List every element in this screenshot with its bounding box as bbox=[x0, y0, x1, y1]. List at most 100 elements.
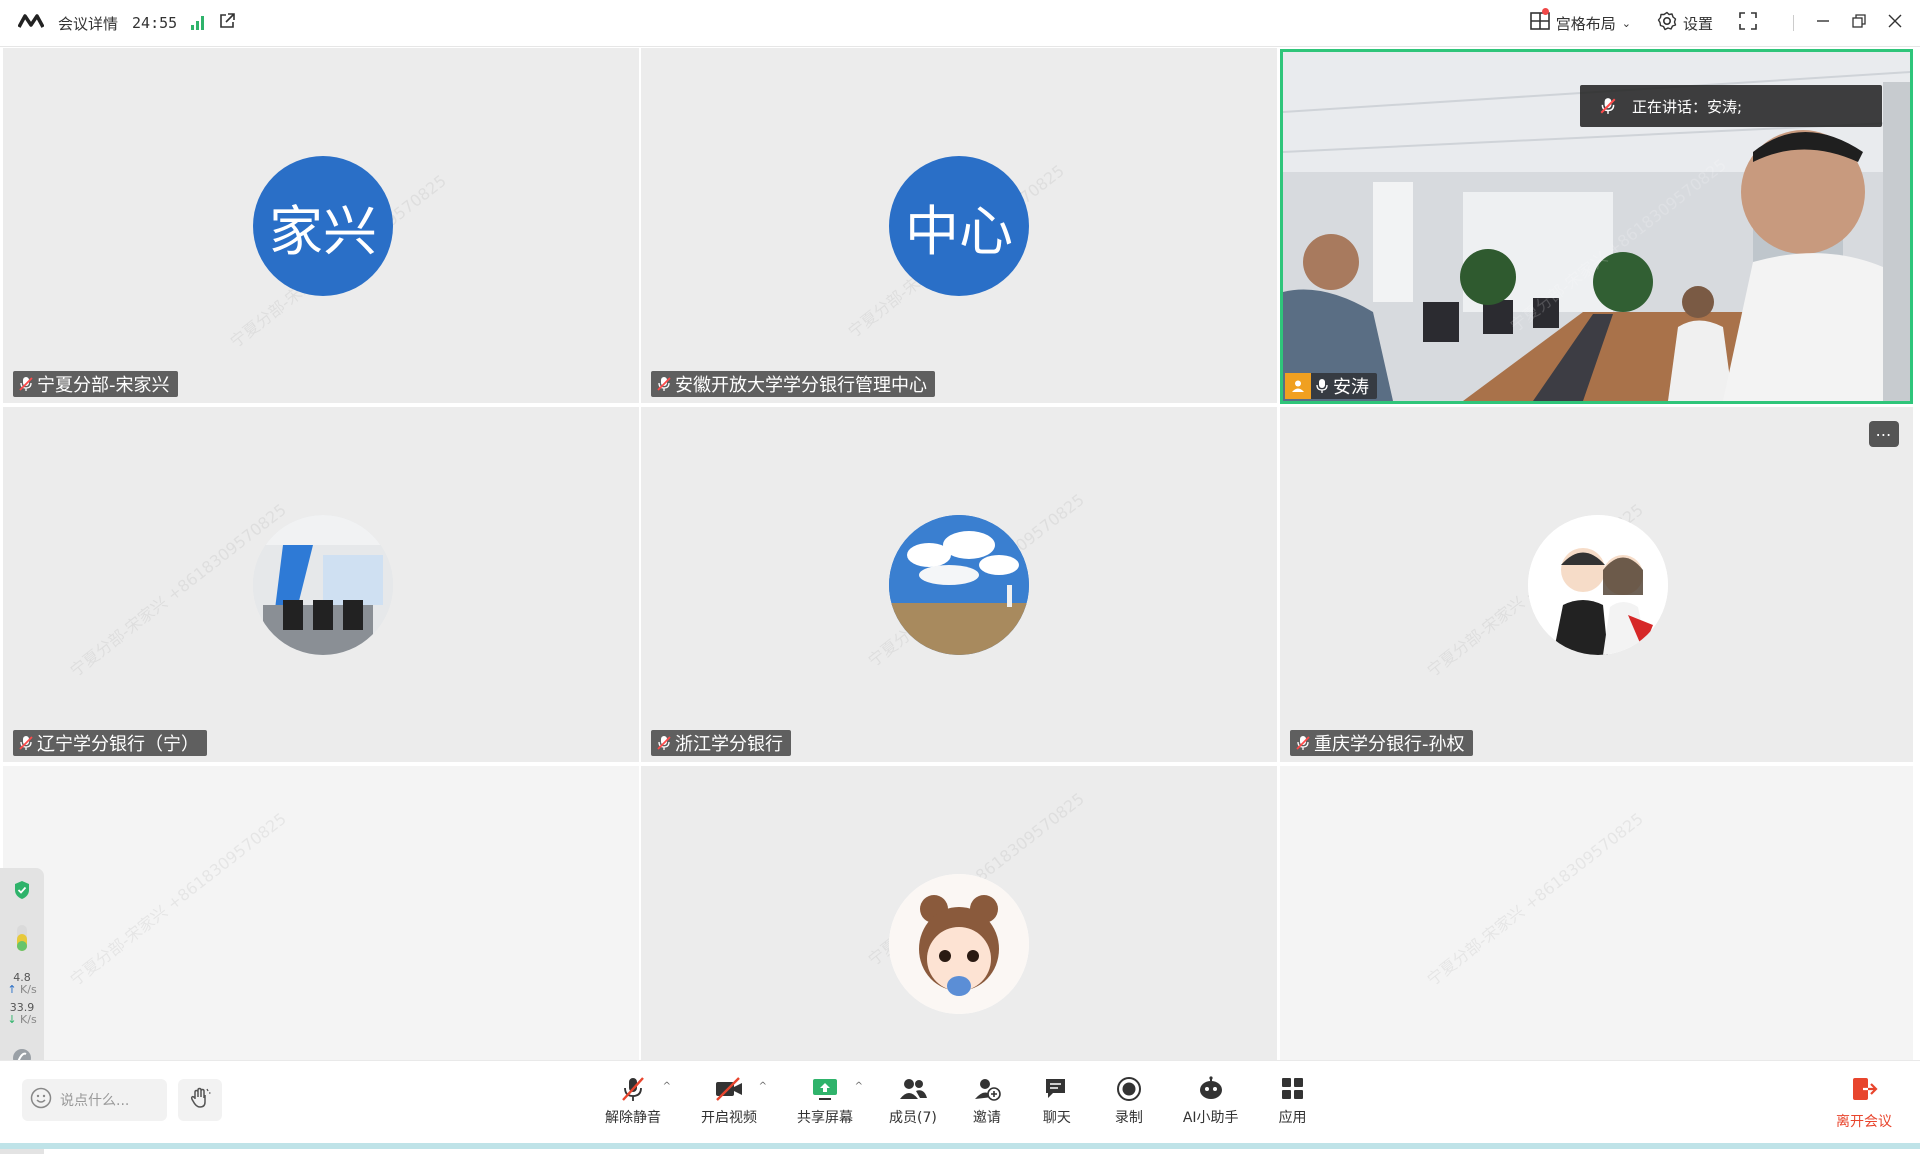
grid-layout-label: 宫格布局 bbox=[1555, 14, 1616, 33]
participant-name: 安徽开放大学学分银行管理中心 bbox=[675, 375, 927, 396]
participant-tile[interactable]: 宁夏分部-宋家兴 +8618309570825 ⋯ 重庆学分银行-孙权 bbox=[1280, 407, 1913, 762]
share-screen-icon bbox=[811, 1075, 839, 1103]
settings-label: 设置 bbox=[1682, 14, 1713, 33]
empty-tile: 宁夏分部-宋家兴 +8618309570825 bbox=[1280, 766, 1913, 1060]
chat-label: 聊天 bbox=[1042, 1110, 1071, 1126]
participant-tile[interactable]: 宁夏分部-宋家兴 +8618309570825 辽宁学分银行（宁） bbox=[3, 407, 639, 762]
speaking-text: 正在讲话：安涛; bbox=[1632, 97, 1743, 116]
mic-icon bbox=[1316, 379, 1328, 393]
add-user-icon bbox=[973, 1075, 1001, 1103]
watermark: 宁夏分部-宋家兴 +8618309570825 bbox=[66, 809, 290, 990]
raise-hand-icon bbox=[188, 1086, 212, 1114]
title-bar: 会议详情 24:55 宫格布局 ⌄ 设置 bbox=[0, 0, 1920, 47]
avatar-photo bbox=[253, 515, 393, 655]
bottom-strip bbox=[0, 1143, 1920, 1149]
mic-off-icon bbox=[19, 736, 33, 750]
participant-tile[interactable]: 宁夏分部-宋家兴 +8618309570825 中心 安徽开放大学学分银行管理中… bbox=[641, 48, 1277, 403]
grid-layout-icon bbox=[1529, 12, 1550, 34]
start-video-label: 开启视频 bbox=[701, 1110, 757, 1126]
avatar: 家兴 bbox=[253, 156, 393, 296]
caret-up-icon[interactable]: ^ bbox=[663, 1081, 671, 1092]
minimize-icon[interactable] bbox=[1816, 14, 1830, 32]
share-link-icon[interactable] bbox=[218, 12, 236, 34]
mic-off-icon bbox=[657, 736, 671, 750]
exit-icon bbox=[1850, 1075, 1878, 1107]
participant-name-tag: 浙江学分银行 bbox=[651, 730, 791, 756]
share-screen-button[interactable]: 共享屏幕 ^ bbox=[797, 1075, 863, 1127]
participant-name-tag: 重庆学分银行-孙权 bbox=[1290, 730, 1473, 756]
participant-name-tag: 安涛 bbox=[1285, 373, 1377, 399]
grid-layout-button[interactable]: 宫格布局 ⌄ bbox=[1529, 8, 1631, 34]
record-button[interactable]: 录制 bbox=[1115, 1075, 1143, 1127]
settings-button[interactable]: 设置 bbox=[1657, 11, 1713, 35]
leave-meeting-button[interactable]: 离开会议 bbox=[1836, 1075, 1892, 1131]
invite-label: 邀请 bbox=[972, 1110, 1001, 1126]
avatar-photo bbox=[889, 874, 1029, 1014]
chat-button[interactable]: 聊天 bbox=[1043, 1075, 1071, 1127]
notification-dot bbox=[1541, 8, 1549, 15]
host-badge-icon bbox=[1285, 373, 1311, 399]
fullscreen-icon[interactable] bbox=[1739, 12, 1757, 34]
chat-placeholder: 说点什么... bbox=[60, 1093, 130, 1109]
upload-speed-unit: K/s bbox=[20, 983, 37, 996]
participant-name-tag: 宁夏分部-宋家兴 bbox=[13, 371, 178, 397]
arrow-down-icon: ↓ bbox=[7, 1013, 17, 1026]
quick-chat-input[interactable]: 说点什么... bbox=[22, 1079, 167, 1121]
members-icon bbox=[898, 1075, 928, 1103]
record-label: 录制 bbox=[1114, 1110, 1143, 1126]
avatar-photo bbox=[889, 515, 1029, 655]
restore-icon[interactable] bbox=[1852, 14, 1866, 32]
avatar-photo bbox=[1528, 515, 1668, 655]
participant-tile[interactable]: 宁夏分部-宋家兴 +8618309570825 bbox=[641, 766, 1277, 1060]
mic-off-icon bbox=[1296, 736, 1310, 750]
participant-name-tag: 安徽开放大学学分银行管理中心 bbox=[651, 371, 935, 397]
chevron-down-icon: ⌄ bbox=[1621, 16, 1631, 30]
video-grid: 宁夏分部-宋家兴 +8618309570825 家兴 宁夏分部-宋家兴 宁夏分部… bbox=[0, 48, 1920, 1060]
upload-speed: 4.8 ↑ K/s bbox=[7, 972, 36, 996]
participant-name: 安涛 bbox=[1333, 377, 1369, 398]
ai-assistant-button[interactable]: AI小助手 bbox=[1183, 1075, 1239, 1127]
raise-hand-button[interactable] bbox=[178, 1079, 222, 1121]
chat-icon bbox=[1043, 1075, 1071, 1103]
meeting-details-link[interactable]: 会议详情 bbox=[58, 13, 118, 34]
download-speed: 33.9 ↓ K/s bbox=[7, 1002, 36, 1026]
caret-up-icon[interactable]: ^ bbox=[759, 1081, 767, 1092]
start-video-button[interactable]: 开启视频 ^ bbox=[701, 1075, 767, 1127]
participant-name: 浙江学分银行 bbox=[675, 734, 783, 755]
empty-tile: 宁夏分部-宋家兴 +8618309570825 bbox=[3, 766, 639, 1060]
apps-label: 应用 bbox=[1278, 1110, 1307, 1126]
network-signal-icon[interactable] bbox=[191, 16, 205, 30]
unmute-button[interactable]: 解除静音 ^ bbox=[605, 1075, 671, 1127]
caret-up-icon[interactable]: ^ bbox=[855, 1081, 863, 1092]
gear-icon bbox=[1657, 11, 1677, 35]
close-icon[interactable] bbox=[1888, 14, 1902, 32]
participant-tile[interactable]: 宁夏分部-宋家兴 +8618309570825 家兴 宁夏分部-宋家兴 bbox=[3, 48, 639, 403]
apps-icon bbox=[1280, 1075, 1306, 1103]
apps-button[interactable]: 应用 bbox=[1279, 1075, 1307, 1127]
mic-off-icon bbox=[657, 377, 671, 391]
participant-tile-speaking[interactable]: 宁夏分部-宋家兴 +8618309570825 正在讲话：安涛; 安涛 bbox=[1280, 49, 1913, 404]
leave-meeting-label: 离开会议 bbox=[1836, 1114, 1892, 1130]
video-off-icon bbox=[714, 1075, 744, 1103]
audio-level-icon bbox=[16, 924, 28, 956]
members-button[interactable]: 成员(7) bbox=[889, 1075, 937, 1127]
participant-tile[interactable]: 宁夏分部-宋家兴 +8618309570825 浙江学分银行 bbox=[641, 407, 1277, 762]
toolbar-actions: 解除静音 ^ 开启视频 ^ 共享屏幕 ^ 成员(7) 邀请 聊天 录制 AI小助… bbox=[605, 1075, 1307, 1127]
security-shield-icon bbox=[13, 880, 31, 904]
download-speed-unit: K/s bbox=[20, 1013, 37, 1026]
ai-robot-icon bbox=[1196, 1075, 1226, 1103]
unmute-label: 解除静音 bbox=[605, 1110, 661, 1126]
invite-button[interactable]: 邀请 bbox=[973, 1075, 1001, 1127]
meeting-timer: 24:55 bbox=[132, 14, 178, 32]
members-label: 成员(7) bbox=[889, 1110, 937, 1126]
tencent-meeting-logo-icon bbox=[17, 13, 45, 33]
avatar: 中心 bbox=[889, 156, 1029, 296]
watermark: 宁夏分部-宋家兴 +8618309570825 bbox=[1423, 809, 1647, 990]
meeting-toolbar: 说点什么... 解除静音 ^ 开启视频 ^ 共享屏幕 ^ 成员(7) 邀请 聊天… bbox=[0, 1060, 1920, 1149]
mic-off-icon bbox=[619, 1075, 647, 1103]
share-screen-label: 共享屏幕 bbox=[797, 1110, 853, 1126]
participant-name-tag: 辽宁学分银行（宁） bbox=[13, 730, 207, 756]
mic-off-icon bbox=[19, 377, 33, 391]
more-options-button[interactable]: ⋯ bbox=[1869, 421, 1899, 447]
emoji-icon[interactable] bbox=[30, 1087, 52, 1113]
